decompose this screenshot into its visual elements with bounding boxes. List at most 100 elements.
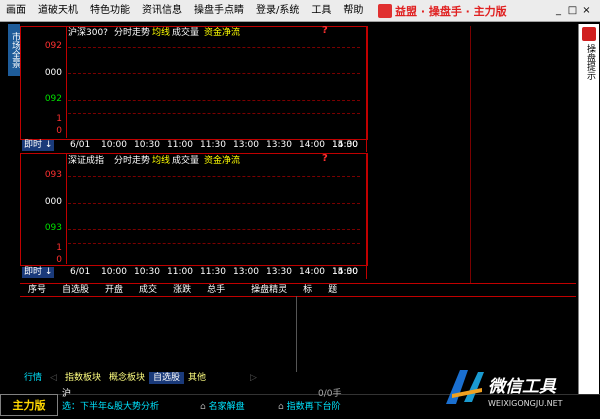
col-change[interactable]: 涨跌 bbox=[165, 284, 199, 296]
chart1-sub-flow: 资金净流 bbox=[204, 28, 241, 38]
chart-hs300 bbox=[20, 26, 368, 140]
chart2-y-top: 093 bbox=[44, 170, 62, 180]
app-logo-icon bbox=[378, 4, 392, 18]
status-ratio: 0/0手 bbox=[318, 389, 342, 399]
chart1-right-divider bbox=[366, 26, 367, 152]
chart2-sub-ma: 均线 bbox=[152, 156, 171, 166]
minimize-button[interactable]: _ bbox=[552, 4, 565, 17]
chart1-time-1400: 14:00 bbox=[299, 140, 325, 150]
chart2-title: 深证成指 bbox=[68, 156, 105, 166]
market-overview-tab[interactable]: 市场全景 bbox=[8, 24, 20, 76]
chart2-sub-vol: 成交量 bbox=[172, 156, 200, 166]
menu-bar: 画面 道破天机 特色功能 资讯信息 操盘手点睛 登录/系统 工具 帮助 bbox=[0, 0, 600, 22]
edition-label: 主力版 bbox=[0, 394, 58, 416]
col-trader-spirit[interactable]: 操盘精灵 bbox=[233, 284, 295, 296]
watermark-logo: 微信工具 WEIXIGONGJU.NET bbox=[438, 364, 600, 416]
menu-item-features[interactable]: 特色功能 bbox=[84, 0, 136, 22]
chart1-time-axis: 6/01 10:00 10:30 11:00 11:30 13:00 13:30… bbox=[66, 139, 366, 151]
chart2-y-axis bbox=[66, 154, 67, 264]
chart1-title: 沪深300? bbox=[68, 28, 108, 38]
table-divider bbox=[296, 296, 297, 372]
app-title-text: 益盟 · 操盘手 · 主力版 bbox=[395, 5, 507, 18]
chart1-time-1000: 10:00 bbox=[101, 140, 127, 150]
menu-item-login[interactable]: 登录/系统 bbox=[250, 0, 305, 22]
col-watchlist[interactable]: 自选股 bbox=[54, 284, 97, 296]
chart2-time-1500: 15:00 bbox=[332, 267, 358, 277]
chart2-time-1330: 13:30 bbox=[266, 267, 292, 277]
chart2-y-bottom: 093 bbox=[44, 223, 62, 233]
chart2-sub-trend: 分时走势 bbox=[114, 156, 151, 166]
tab-other[interactable]: 其他 bbox=[184, 372, 210, 384]
right-panel: 操盘提示 bbox=[578, 24, 599, 394]
chart2-time-1000: 10:00 bbox=[101, 267, 127, 277]
chart1-vol-0: 0 bbox=[56, 126, 62, 136]
chart1-y-bottom: 092 bbox=[44, 94, 62, 104]
col-open[interactable]: 开盘 bbox=[97, 284, 131, 296]
tab-quotes[interactable]: 行情 bbox=[20, 372, 46, 384]
chart2-time-end: 15:00 bbox=[330, 266, 370, 278]
tab-index-sector[interactable]: 指数板块 bbox=[61, 372, 105, 384]
chart1-sub-vol: 成交量 bbox=[172, 28, 200, 38]
col-topic[interactable]: 题 bbox=[320, 284, 345, 296]
app-title: 益盟 · 操盘手 · 主力版 bbox=[378, 3, 507, 19]
ticker-analysis[interactable]: 选：下半年&股大势分析 bbox=[62, 399, 159, 412]
trader-tip-label[interactable]: 操盘提示 bbox=[582, 44, 596, 80]
col-mark[interactable]: 标 bbox=[295, 284, 320, 296]
maximize-button[interactable]: □ bbox=[566, 4, 579, 17]
chart1-vol-1: 1 bbox=[56, 114, 62, 124]
chart1-gridline-vol bbox=[68, 113, 360, 114]
chart1-sub-ma: 均线 bbox=[152, 28, 171, 38]
chart1-gridline-top bbox=[68, 47, 360, 48]
ticker-index[interactable]: ⌂ 指数再下台阶 bbox=[278, 399, 341, 412]
tab-next-arrow[interactable]: ▷ bbox=[210, 372, 261, 384]
chart2-vol-1: 1 bbox=[56, 243, 62, 253]
chart1-instant-button[interactable]: 即时 ↓ bbox=[22, 140, 55, 151]
close-button[interactable]: × bbox=[580, 4, 593, 17]
chart2-vol-0: 0 bbox=[56, 255, 62, 265]
chart1-gridline-mid bbox=[68, 73, 360, 74]
chart1-y-axis bbox=[66, 27, 67, 138]
ticker-index-text: 指数再下台阶 bbox=[286, 402, 341, 412]
chart2-gridline-bottom bbox=[68, 229, 360, 230]
chart2-gridline-top bbox=[68, 176, 360, 177]
chart2-instant-label: 即时 bbox=[24, 267, 43, 277]
right-area-divider bbox=[470, 26, 471, 283]
chart2-time-axis: 6/01 10:00 10:30 11:00 11:30 13:00 13:30… bbox=[66, 266, 366, 278]
col-total-volume[interactable]: 总手 bbox=[199, 284, 233, 296]
chart1-instant-label: 即时 bbox=[24, 140, 43, 150]
ticker-expert-text: 名家解盘 bbox=[208, 402, 245, 412]
chart2-right-divider bbox=[366, 153, 367, 279]
menu-item-daopo[interactable]: 道破天机 bbox=[32, 0, 84, 22]
chart1-help-icon[interactable]: ? bbox=[322, 25, 328, 36]
menu-item-info[interactable]: 资讯信息 bbox=[136, 0, 188, 22]
menu-item-screen[interactable]: 画面 bbox=[0, 0, 32, 22]
chart-szse bbox=[20, 153, 368, 266]
chart2-time-1300: 13:00 bbox=[233, 267, 259, 277]
chart1-time-1030: 10:30 bbox=[134, 140, 160, 150]
chart2-gridline-mid bbox=[68, 203, 360, 204]
house-icon: ⌂ bbox=[200, 402, 206, 412]
chart1-sub-trend: 分时走势 bbox=[114, 28, 151, 38]
chart1-time-1130: 11:30 bbox=[200, 140, 226, 150]
chart2-instant-button[interactable]: 即时 ↓ bbox=[22, 267, 55, 278]
chart2-time-1030: 10:30 bbox=[134, 267, 160, 277]
house-icon: ⌂ bbox=[278, 402, 284, 412]
tab-prev-arrow[interactable]: ◁ bbox=[46, 372, 61, 384]
menu-item-help[interactable]: 帮助 bbox=[337, 0, 369, 22]
chart1-gridline-bottom bbox=[68, 100, 360, 101]
chart2-gridline-vol bbox=[68, 243, 360, 244]
tab-concept-sector[interactable]: 概念板块 bbox=[105, 372, 149, 384]
tab-watchlist[interactable]: 自选股 bbox=[148, 372, 184, 384]
col-turnover[interactable]: 成交 bbox=[131, 284, 165, 296]
chart2-help-icon[interactable]: ? bbox=[322, 153, 328, 164]
ticker-expert[interactable]: ⌂ 名家解盘 bbox=[200, 399, 245, 412]
chart2-time-1130: 11:30 bbox=[200, 267, 226, 277]
chart1-time-end: 15:00 bbox=[330, 139, 370, 151]
watermark-url: WEIXIGONGJU.NET bbox=[488, 399, 563, 408]
chart2-y-mid: 000 bbox=[44, 197, 62, 207]
menu-item-trader[interactable]: 操盘手点睛 bbox=[188, 0, 250, 22]
menu-item-tools[interactable]: 工具 bbox=[305, 0, 337, 22]
status-market: 沪 bbox=[62, 389, 72, 399]
stock-table-header: 序号 自选股 开盘 成交 涨跌 总手 操盘精灵 标 题 bbox=[20, 283, 576, 297]
col-index[interactable]: 序号 bbox=[20, 284, 54, 296]
